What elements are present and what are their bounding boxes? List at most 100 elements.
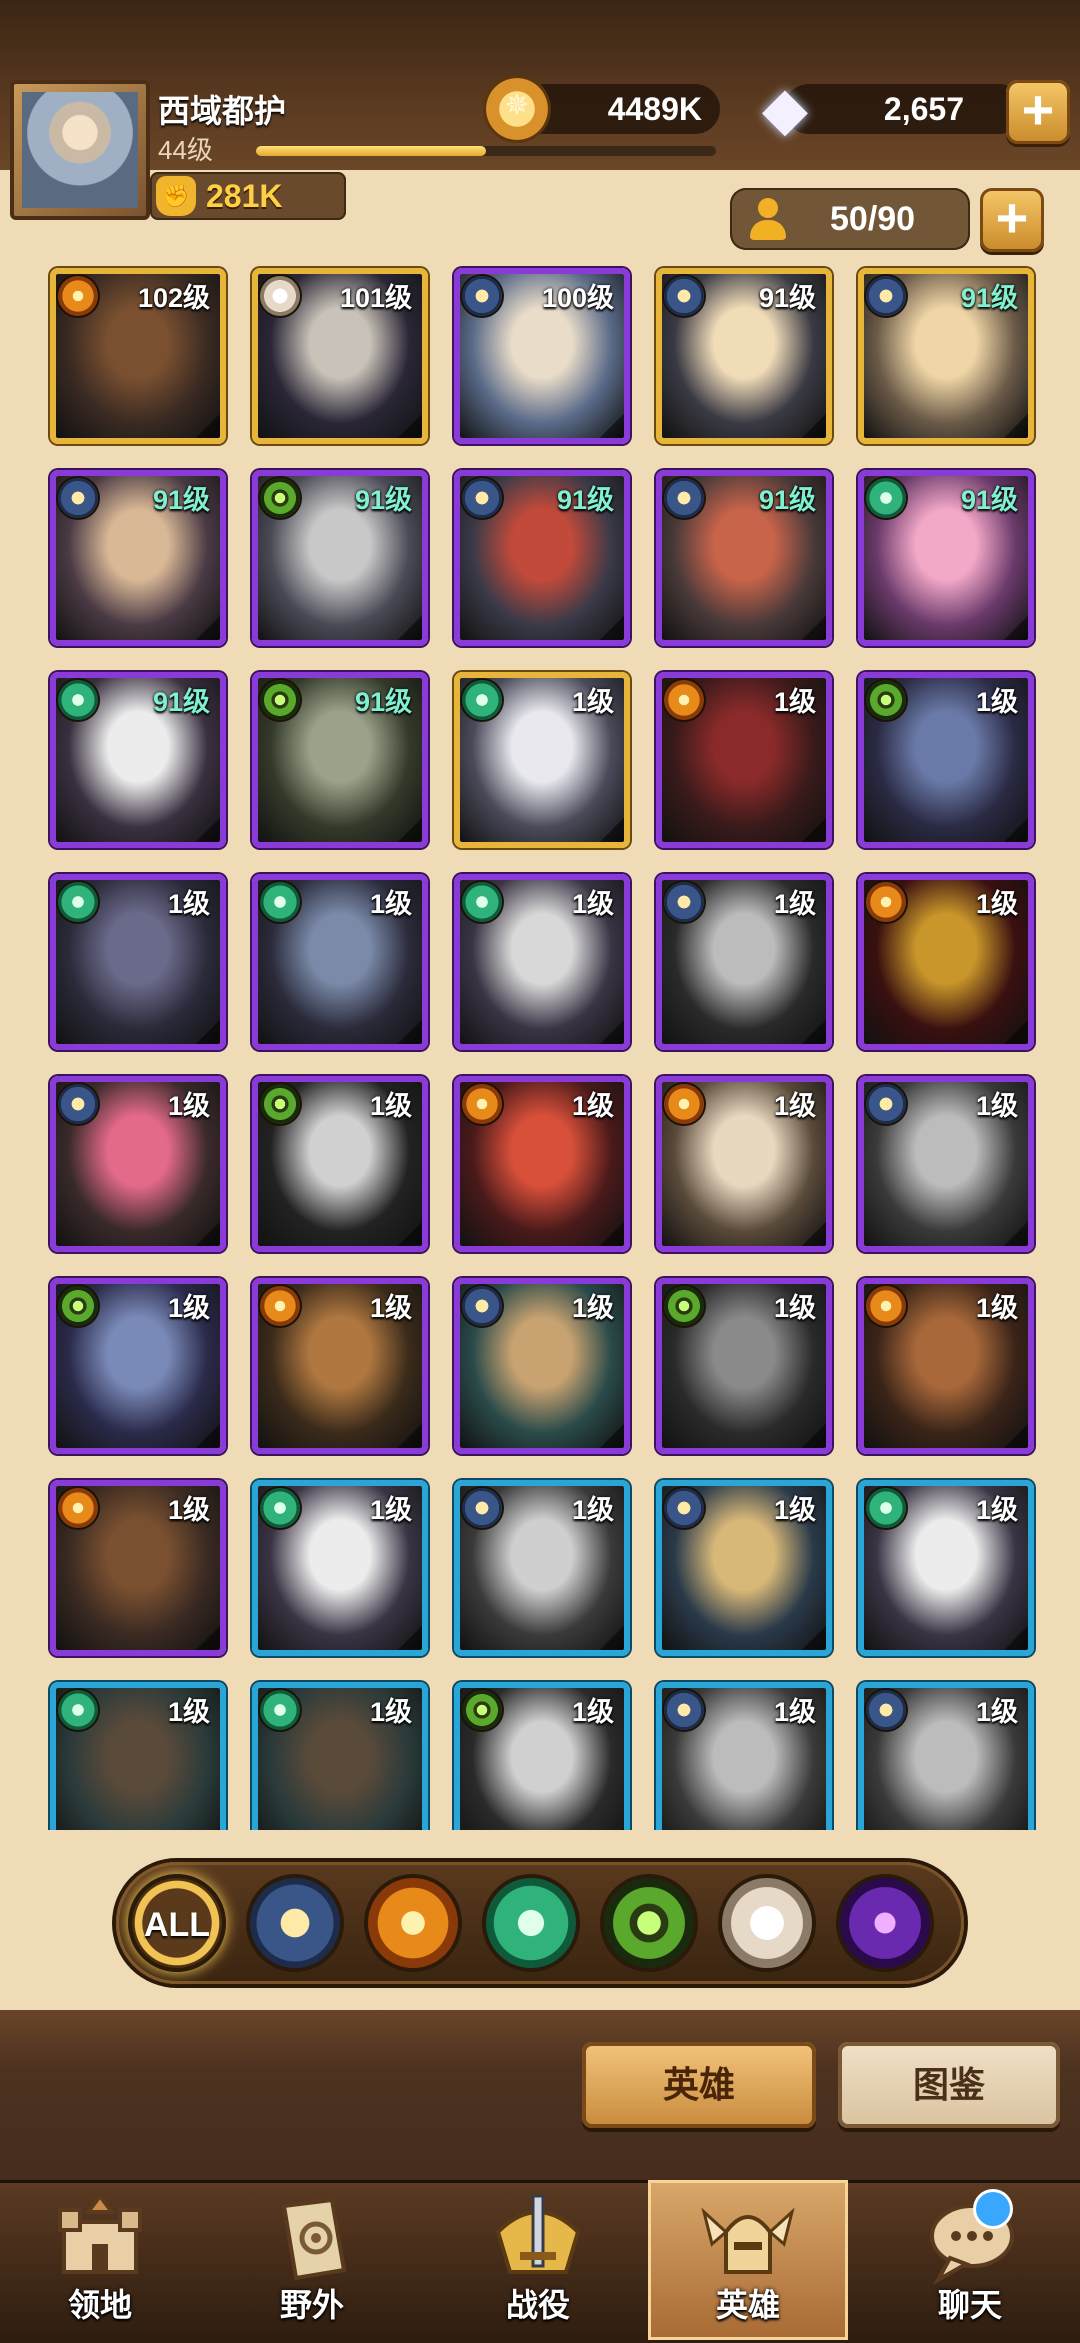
hero-card[interactable]: 1级 (454, 1278, 630, 1454)
hero-card[interactable]: 1级 (454, 874, 630, 1050)
card-corner (1004, 1626, 1028, 1650)
power-value: 281K (206, 177, 283, 214)
card-corner (1004, 1020, 1028, 1044)
card-corner (196, 1626, 220, 1650)
filter-all-button[interactable]: ALL (128, 1874, 226, 1972)
card-corner (196, 616, 220, 640)
nav-campaign[interactable]: 战役 (438, 2180, 638, 2340)
hero-card[interactable]: 1级 (50, 1278, 226, 1454)
wilder-faction-icon (58, 1690, 98, 1730)
player-avatar[interactable] (10, 80, 150, 220)
hero-card[interactable]: 1级 (252, 1076, 428, 1252)
filter-all-label: ALL (143, 1906, 211, 1944)
nav-territory[interactable]: 领地 (0, 2180, 200, 2340)
hero-level: 91级 (758, 283, 816, 313)
card-corner (1004, 1222, 1028, 1246)
power-display: ✊ 281K (150, 172, 346, 220)
hero-level: 102级 (137, 283, 210, 313)
diamond-value: 2,657 (883, 91, 964, 127)
card-corner (1004, 616, 1028, 640)
mauler-faction-icon (58, 276, 98, 316)
hero-card[interactable]: 1级 (858, 1076, 1034, 1252)
player-name: 西域都护 (158, 93, 287, 129)
mauler-faction-icon (462, 1084, 502, 1124)
hero-card[interactable]: 1级 (858, 1682, 1034, 1830)
nav-outside[interactable]: 野外 (212, 2180, 412, 2340)
filter-mauler-icon[interactable] (364, 1874, 462, 1972)
nav-heroes-label: 英雄 (715, 2287, 780, 2323)
graveborn-faction-icon (664, 1286, 704, 1326)
filter-graveborn-icon[interactable] (600, 1874, 698, 1972)
lightbearer-faction-icon (462, 276, 502, 316)
hero-card[interactable]: 1级 (656, 1480, 832, 1656)
card-corner (398, 1828, 422, 1830)
tab-heroes[interactable]: 英雄 (582, 2042, 816, 2128)
hero-level: 91级 (152, 485, 210, 515)
hero-card[interactable]: 1级 (454, 1682, 630, 1830)
hero-card[interactable]: 1级 (252, 874, 428, 1050)
tab-atlas[interactable]: 图鉴 (838, 2042, 1060, 2128)
hero-card[interactable]: 1级 (858, 1278, 1034, 1454)
hero-card[interactable]: 1级 (656, 672, 832, 848)
player-level: 44级 (158, 135, 213, 165)
hero-card[interactable]: 91级 (50, 470, 226, 646)
hero-card[interactable]: 91级 (50, 672, 226, 848)
graveborn-faction-icon (58, 1286, 98, 1326)
chat-notification-dot (976, 2192, 1010, 2226)
card-corner (802, 1424, 826, 1448)
hero-card[interactable]: 1级 (50, 1682, 226, 1830)
hero-level: 1级 (571, 1293, 614, 1323)
hero-card[interactable]: 1级 (656, 1278, 832, 1454)
expand-roster-button[interactable]: + (980, 188, 1044, 252)
hero-card[interactable]: 91级 (858, 268, 1034, 444)
hero-card[interactable]: 1级 (50, 1076, 226, 1252)
hero-card[interactable]: 1级 (454, 1480, 630, 1656)
lightbearer-faction-icon (462, 1286, 502, 1326)
hero-card[interactable]: 100级 (454, 268, 630, 444)
hero-card[interactable]: 1级 (656, 874, 832, 1050)
filter-wilder-icon[interactable] (482, 1874, 580, 1972)
lightbearer-faction-icon (462, 478, 502, 518)
card-corner (196, 414, 220, 438)
hero-card[interactable]: 101级 (252, 268, 428, 444)
hero-card[interactable]: 1级 (858, 874, 1034, 1050)
hero-card[interactable]: 1级 (656, 1076, 832, 1252)
hero-card[interactable]: 91级 (858, 470, 1034, 646)
hero-level: 1级 (571, 889, 614, 919)
hero-card[interactable]: 1级 (252, 1278, 428, 1454)
card-corner (398, 1424, 422, 1448)
hero-level: 91级 (354, 485, 412, 515)
hero-card[interactable]: 1级 (50, 1480, 226, 1656)
hero-card[interactable]: 1级 (252, 1480, 428, 1656)
card-corner (398, 616, 422, 640)
hero-card[interactable]: 91级 (252, 672, 428, 848)
hero-card[interactable]: 1级 (858, 1480, 1034, 1656)
card-corner (600, 414, 624, 438)
hero-card[interactable]: 1级 (656, 1682, 832, 1830)
hero-card[interactable]: 91级 (656, 268, 832, 444)
hero-card[interactable]: 91级 (252, 470, 428, 646)
hero-level: 1级 (369, 1091, 412, 1121)
castle-icon (58, 2192, 142, 2274)
card-corner (398, 818, 422, 842)
fist-power-icon: ✊ (156, 176, 196, 216)
hero-card[interactable]: 1级 (252, 1682, 428, 1830)
hero-card[interactable]: 102级 (50, 268, 226, 444)
hero-card[interactable]: 1级 (454, 1076, 630, 1252)
card-corner (600, 1020, 624, 1044)
hero-card[interactable]: 1级 (858, 672, 1034, 848)
nav-heroes[interactable]: 英雄 (648, 2180, 848, 2340)
filter-lightbearer-icon[interactable] (246, 1874, 344, 1972)
hero-level: 1级 (369, 1697, 412, 1727)
roster-count-value: 50/90 (830, 200, 916, 238)
nav-chat[interactable]: 聊天 (870, 2180, 1070, 2340)
lightbearer-faction-icon (866, 1084, 906, 1124)
hero-card[interactable]: 1级 (50, 874, 226, 1050)
add-diamonds-button[interactable]: + (1006, 80, 1070, 144)
hero-level: 1级 (571, 1495, 614, 1525)
filter-celestial-icon[interactable] (718, 1874, 816, 1972)
hero-card[interactable]: 91级 (454, 470, 630, 646)
filter-hypogean-icon[interactable] (836, 1874, 934, 1972)
hero-card[interactable]: 1级 (454, 672, 630, 848)
hero-card[interactable]: 91级 (656, 470, 832, 646)
